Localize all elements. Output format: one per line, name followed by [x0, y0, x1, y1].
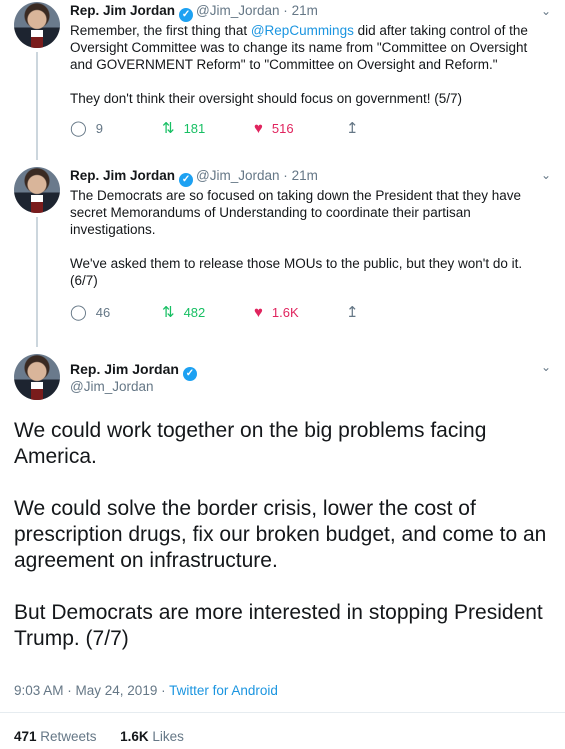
chevron-down-icon[interactable]: ⌄	[541, 360, 551, 374]
retweet-icon: ⇅	[162, 304, 175, 321]
like-count: 1.6K	[271, 305, 299, 320]
avatar[interactable]	[14, 2, 60, 48]
thread-line	[36, 52, 38, 160]
reply-count: 9	[95, 121, 104, 136]
share-button[interactable]: ↥	[346, 305, 359, 320]
retweet-button[interactable]: ⇅ 482	[162, 305, 205, 320]
reply-count: 46	[95, 305, 111, 320]
divider	[0, 712, 565, 713]
share-icon: ↥	[346, 120, 359, 137]
separator-dot: ·	[283, 3, 288, 18]
thread-line	[36, 217, 38, 347]
author-handle[interactable]: @Jim_Jordan	[196, 168, 280, 183]
share-button[interactable]: ↥	[346, 121, 359, 136]
retweets-stat[interactable]: 471 Retweets	[14, 729, 97, 744]
heart-icon: ♥	[254, 304, 263, 321]
heart-icon: ♥	[254, 120, 263, 137]
tweet-actions: ◯ 9 ⇅ 181 ♥ 516 ↥	[70, 121, 370, 139]
likes-stat[interactable]: 1.6K Likes	[120, 729, 184, 744]
engagement-stats: 471 Retweets 1.6K Likes	[14, 729, 184, 744]
mention-link[interactable]: @RepCummings	[251, 23, 354, 38]
chevron-down-icon[interactable]: ⌄	[541, 4, 551, 18]
like-count: 516	[271, 121, 294, 136]
reply-button[interactable]: ◯ 9	[70, 121, 103, 136]
retweet-button[interactable]: ⇅ 181	[162, 121, 205, 136]
tweet-text: The Democrats are so focused on taking d…	[70, 188, 526, 288]
retweet-icon: ⇅	[162, 120, 175, 137]
avatar[interactable]	[14, 354, 60, 400]
tweet-6-of-7[interactable]: Rep. Jim Jordan ✓ @Jim_Jordan · 21m ⌄ The …	[0, 162, 565, 347]
reply-icon: ◯	[70, 304, 87, 321]
retweet-count: 181	[183, 121, 206, 136]
tweet-actions: ◯ 46 ⇅ 482 ♥ 1.6K ↥	[70, 305, 370, 323]
share-icon: ↥	[346, 304, 359, 321]
tweet-time[interactable]: 21m	[292, 3, 318, 18]
author-name[interactable]: Rep. Jim Jordan	[70, 361, 179, 377]
chevron-down-icon[interactable]: ⌄	[541, 168, 551, 182]
verified-icon: ✓	[179, 8, 194, 22]
author-handle[interactable]: @Jim_Jordan	[70, 379, 154, 394]
author-name[interactable]: Rep. Jim Jordan	[70, 168, 175, 183]
author-name[interactable]: Rep. Jim Jordan	[70, 3, 175, 18]
tweet-text: We could work together on the big proble…	[14, 419, 547, 650]
tweet-timestamp[interactable]: 9:03 AM · May 24, 2019 ·	[14, 683, 169, 698]
verified-icon: ✓	[179, 173, 194, 187]
reply-button[interactable]: ◯ 46	[70, 305, 110, 320]
like-button[interactable]: ♥ 516	[254, 121, 294, 136]
reply-icon: ◯	[70, 120, 87, 137]
retweet-count: 482	[183, 305, 206, 320]
verified-icon: ✓	[182, 367, 197, 381]
like-button[interactable]: ♥ 1.6K	[254, 305, 299, 320]
tweet-source-link[interactable]: Twitter for Android	[169, 683, 278, 698]
tweet-text: Remember, the first thing that @RepCummi…	[70, 23, 532, 106]
tweet-meta: 9:03 AM · May 24, 2019 · Twitter for And…	[14, 683, 278, 698]
tweet-5-of-7[interactable]: Rep. Jim Jordan ✓ @Jim_Jordan · 21m ⌄ Reme…	[0, 0, 565, 160]
author-handle[interactable]: @Jim_Jordan	[196, 3, 280, 18]
tweet-time[interactable]: 21m	[292, 168, 318, 183]
separator-dot: ·	[283, 168, 288, 183]
avatar[interactable]	[14, 167, 60, 213]
